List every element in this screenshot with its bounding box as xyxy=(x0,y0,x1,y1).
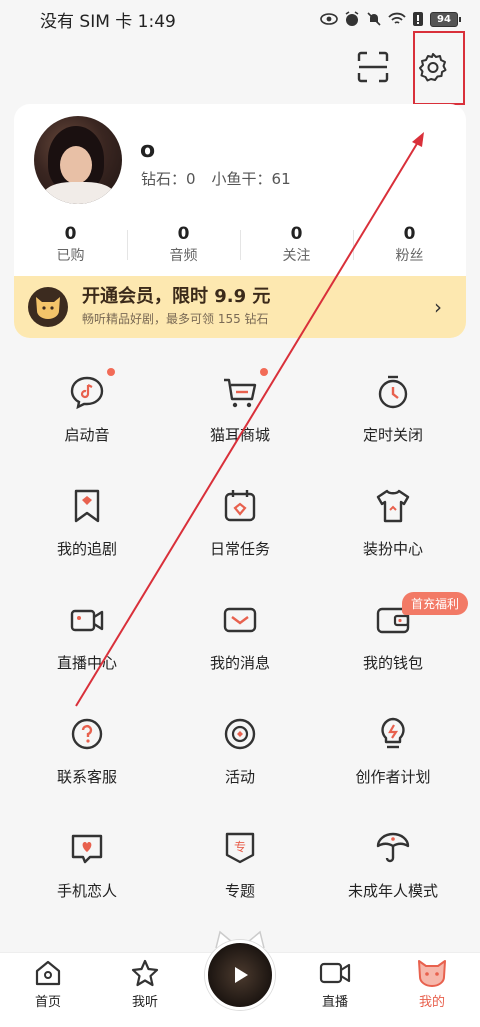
stat-label: 粉丝 xyxy=(395,248,424,264)
status-time: 没有 SIM 卡 1:49 xyxy=(40,11,176,32)
stat-number: 0 xyxy=(177,224,190,244)
grid-item-label: 我的追剧 xyxy=(56,540,117,558)
nav-label: 我听 xyxy=(131,995,158,1010)
vip-title: 开通会员，限时 9.9 元 xyxy=(82,286,271,307)
nav-mine[interactable]: 我的 xyxy=(392,959,472,1010)
grid-item-topics[interactable]: 专 专题 xyxy=(160,812,320,926)
new-dot xyxy=(107,368,115,376)
tshirt-icon xyxy=(376,489,410,523)
star-icon xyxy=(131,959,159,987)
diamond-balance: 钻石：0 xyxy=(141,170,196,188)
grid-item-minor-mode[interactable]: 未成年人模式 xyxy=(313,812,473,926)
grid-item-label: 活动 xyxy=(224,768,255,786)
vip-cat-icon xyxy=(28,287,68,327)
nav-label: 我的 xyxy=(418,995,445,1010)
stat-purchased[interactable]: 0 已购 xyxy=(14,224,127,268)
stat-number: 0 xyxy=(64,224,77,244)
grid-item-creator-plan[interactable]: 创作者计划 xyxy=(313,698,473,812)
status-icons: 94 xyxy=(320,11,461,27)
status-bar: 没有 SIM 卡 1:49 94 xyxy=(0,0,480,38)
topic-glyph: 专 xyxy=(234,839,246,854)
grid-item-label: 启动音 xyxy=(64,426,110,444)
stat-number: 0 xyxy=(403,224,416,244)
avatar[interactable] xyxy=(34,116,122,204)
grid-item-daily-tasks[interactable]: 日常任务 xyxy=(160,470,320,584)
stat-number: 0 xyxy=(290,224,303,244)
grid-item-label: 未成年人模式 xyxy=(347,882,438,900)
grid-item-label: 日常任务 xyxy=(209,540,270,558)
profile-card: o 钻石：0 小鱼干：61 0 已购 0 音频 0 关注 0 粉丝 开通会员，限… xyxy=(14,104,466,338)
grid-item-phone-lover[interactable]: 手机恋人 xyxy=(7,812,167,926)
lightbulb-icon xyxy=(381,717,405,749)
home-icon xyxy=(35,960,61,986)
heart-chat-icon xyxy=(71,834,103,864)
bookmark-icon xyxy=(74,489,100,523)
stat-following[interactable]: 0 关注 xyxy=(240,224,353,268)
grid-item-following-dramas[interactable]: 我的追剧 xyxy=(7,470,167,584)
play-icon xyxy=(235,967,248,983)
video-camera-icon xyxy=(70,609,104,632)
grid-item-label: 装扮中心 xyxy=(362,540,423,558)
username[interactable]: o xyxy=(140,138,155,163)
battery-indicator: 94 xyxy=(430,11,461,27)
grid-item-label: 猫耳商城 xyxy=(209,426,270,444)
grid-item-label: 定时关闭 xyxy=(362,426,423,444)
calendar-icon xyxy=(224,490,256,522)
grid-item-label: 我的消息 xyxy=(209,654,270,672)
stat-fans[interactable]: 0 粉丝 xyxy=(353,224,466,268)
chevron-right-icon: › xyxy=(434,295,442,319)
grid-item-shop[interactable]: 猫耳商城 xyxy=(160,356,320,470)
vip-subtitle: 畅听精品好剧，最多可领 155 钻石 xyxy=(82,312,269,326)
scan-button[interactable] xyxy=(356,50,390,84)
nav-listening[interactable]: 我听 xyxy=(105,959,185,1010)
grid-item-customer-service[interactable]: 联系客服 xyxy=(7,698,167,812)
grid-item-dress-up[interactable]: 装扮中心 xyxy=(313,470,473,584)
grid-item-label: 我的钱包 xyxy=(362,654,423,672)
balances: 钻石：0 小鱼干：61 xyxy=(141,168,291,189)
fish-balance: 小鱼干：61 xyxy=(211,170,291,188)
vip-banner[interactable]: 开通会员，限时 9.9 元 畅听精品好剧，最多可领 155 钻石 › xyxy=(14,276,466,338)
grid-item-label: 专题 xyxy=(224,882,255,900)
live-camera-icon xyxy=(319,962,351,984)
activity-icon xyxy=(224,718,256,750)
nav-home[interactable]: 首页 xyxy=(8,959,88,1010)
nav-label: 首页 xyxy=(34,995,61,1010)
grid-item-messages[interactable]: 我的消息 xyxy=(160,584,320,698)
header-actions xyxy=(340,40,480,104)
grid-item-live-center[interactable]: 直播中心 xyxy=(7,584,167,698)
timer-icon xyxy=(378,375,408,409)
new-dot xyxy=(260,368,268,376)
gear-icon xyxy=(419,53,447,82)
now-playing-button[interactable] xyxy=(205,940,275,1010)
umbrella-icon xyxy=(376,832,410,863)
stat-label: 音频 xyxy=(169,248,198,264)
wifi-icon xyxy=(388,12,406,24)
grid-item-boot-sound[interactable]: 启动音 xyxy=(7,356,167,470)
alert-icon xyxy=(413,12,423,26)
stat-label: 关注 xyxy=(282,248,311,264)
topic-icon: 专 xyxy=(225,832,255,864)
shopping-cart-icon xyxy=(224,378,257,408)
grid-item-label: 手机恋人 xyxy=(56,882,117,900)
stat-label: 已购 xyxy=(56,248,85,264)
grid-item-label: 直播中心 xyxy=(56,654,117,672)
alarm-icon xyxy=(345,11,359,26)
grid-item-timer[interactable]: 定时关闭 xyxy=(313,356,473,470)
grid-item-label: 联系客服 xyxy=(56,768,117,786)
cat-face-icon xyxy=(418,960,446,987)
grid-item-label: 创作者计划 xyxy=(355,768,431,786)
nav-label: 直播 xyxy=(321,995,348,1010)
grid-item-activity[interactable]: 活动 xyxy=(160,698,320,812)
settings-button[interactable] xyxy=(412,46,454,88)
mute-bell-icon xyxy=(367,12,381,26)
stats-row: 0 已购 0 音频 0 关注 0 粉丝 xyxy=(14,224,466,268)
help-icon xyxy=(71,718,103,750)
mail-icon xyxy=(223,607,257,633)
nav-live[interactable]: 直播 xyxy=(295,959,375,1010)
wallet-promo-badge: 首充福利 xyxy=(402,592,469,615)
stat-audio[interactable]: 0 音频 xyxy=(127,224,240,268)
boot-sound-icon xyxy=(70,376,104,410)
eye-icon xyxy=(320,13,338,25)
scan-icon xyxy=(357,51,389,83)
